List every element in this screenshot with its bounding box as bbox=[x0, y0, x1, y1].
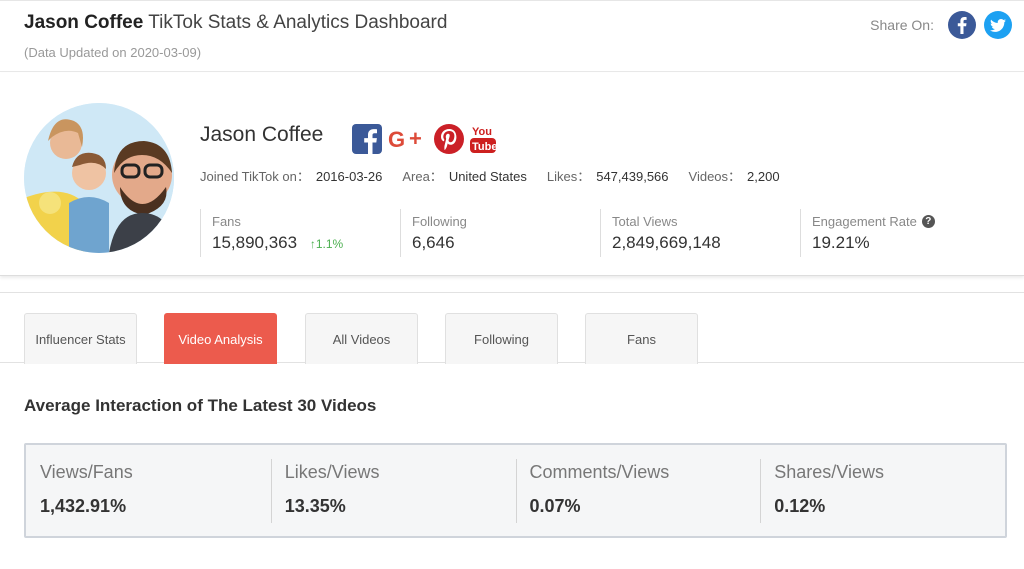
help-icon[interactable]: ? bbox=[921, 215, 935, 228]
page-header: Jason Coffee TikTok Stats & Analytics Da… bbox=[0, 0, 1024, 72]
metric-comments-views-value: 0.07% bbox=[529, 496, 581, 516]
twitter-share-button[interactable] bbox=[984, 11, 1012, 39]
metric-comments-views: Comments/Views 0.07% bbox=[515, 445, 761, 536]
profile-card: Jason Coffee G + You Tube Joined TikTok on… bbox=[0, 73, 1024, 276]
profile-name: Jason Coffee bbox=[200, 123, 324, 146]
metric-likes-views-value: 13.35% bbox=[284, 496, 346, 516]
profile-meta: Joined TikTok on： 2016-03-26 Area： United … bbox=[200, 166, 800, 185]
youtube-link[interactable]: You Tube bbox=[470, 123, 496, 155]
metric-likes-views: Likes/Views 13.35% bbox=[270, 445, 516, 536]
tab-fans[interactable]: Fans bbox=[585, 313, 698, 364]
svg-text:G: G bbox=[388, 127, 405, 151]
meta-likes-value: 547,439,566 bbox=[596, 169, 669, 184]
section-title: Average Interaction of The Latest 30 Vid… bbox=[24, 396, 377, 415]
pinterest-icon bbox=[434, 124, 464, 154]
svg-text:You: You bbox=[472, 126, 492, 138]
stat-following-value: 6,646 bbox=[412, 233, 455, 252]
meta-videos-value: 2,200 bbox=[747, 169, 780, 184]
metric-views-fans-value: 1,432.91% bbox=[40, 496, 127, 516]
stat-fans: Fans 15,890,363 ↑1.1% bbox=[200, 209, 400, 257]
stat-following: Following 6,646 bbox=[400, 209, 600, 257]
metric-likes-views-label: Likes/Views bbox=[284, 462, 380, 482]
stat-following-label: Following bbox=[412, 214, 467, 229]
google-plus-icon: G + bbox=[388, 127, 422, 151]
influencer-name: Jason Coffee bbox=[24, 12, 144, 33]
page-subtitle: TikTok Stats & Analytics Dashboard bbox=[148, 12, 448, 33]
stat-total-views: Total Views 2,849,669,148 bbox=[600, 209, 800, 257]
data-updated-date: (Data Updated on 2020-03-09) bbox=[24, 45, 202, 60]
stat-fans-label: Fans bbox=[212, 214, 241, 229]
svg-text:+: + bbox=[409, 127, 422, 151]
metric-shares-views-label: Shares/Views bbox=[774, 462, 884, 482]
tab-video-analysis[interactable]: Video Analysis bbox=[164, 313, 277, 364]
metric-views-fans: Views/Fans 1,432.91% bbox=[26, 445, 271, 536]
stat-total-views-label: Total Views bbox=[612, 214, 678, 229]
meta-area-value: United States bbox=[448, 169, 527, 184]
stat-fans-growth-value: 1.1% bbox=[315, 237, 344, 251]
tab-following[interactable]: Following bbox=[445, 313, 558, 364]
interaction-metrics: Views/Fans 1,432.91% Likes/Views 13.35% … bbox=[24, 443, 1007, 538]
page-title: Jason Coffee TikTok Stats & Analytics Da… bbox=[24, 12, 447, 34]
twitter-icon bbox=[990, 18, 1006, 32]
meta-area-label: Area： bbox=[402, 169, 443, 184]
stat-fans-growth: ↑1.1% bbox=[310, 237, 343, 251]
social-links: G + You Tube bbox=[352, 123, 502, 155]
google-plus-link[interactable]: G + bbox=[388, 123, 428, 155]
stat-engagement-rate: Engagement Rate ? 19.21% bbox=[800, 209, 1000, 257]
tab-influencer-stats[interactable]: Influencer Stats bbox=[24, 313, 137, 364]
meta-joined-value: 2016-03-26 bbox=[315, 169, 383, 184]
meta-area: Area： United States bbox=[402, 166, 527, 185]
meta-videos: Videos： 2,200 bbox=[689, 166, 780, 185]
meta-joined-label: Joined TikTok on： bbox=[200, 169, 310, 184]
stat-engagement-rate-label-row: Engagement Rate ? bbox=[812, 214, 1000, 229]
stat-total-views-value: 2,849,669,148 bbox=[612, 233, 721, 252]
facebook-icon bbox=[957, 16, 967, 34]
stat-engagement-rate-label: Engagement Rate bbox=[812, 214, 917, 229]
share-label: Share On: bbox=[870, 17, 934, 33]
stat-engagement-rate-value: 19.21% bbox=[812, 233, 870, 252]
share-bar: Share On: bbox=[870, 11, 1012, 39]
avatar-photo bbox=[24, 103, 174, 253]
metric-views-fans-label: Views/Fans bbox=[40, 462, 133, 482]
avatar bbox=[24, 103, 174, 253]
tab-all-videos[interactable]: All Videos bbox=[305, 313, 418, 364]
facebook-icon bbox=[352, 124, 382, 154]
profile-stats: Fans 15,890,363 ↑1.1% Following 6,646 To… bbox=[200, 209, 1000, 257]
metric-shares-views: Shares/Views 0.12% bbox=[760, 445, 1005, 536]
stat-fans-value: 15,890,363 bbox=[212, 233, 298, 252]
tab-bar: Influencer Stats Video Analysis All Vide… bbox=[0, 292, 1024, 364]
stat-fans-value-row: 15,890,363 ↑1.1% bbox=[212, 233, 400, 253]
meta-joined: Joined TikTok on： 2016-03-26 bbox=[200, 166, 382, 185]
meta-likes: Likes： 547,439,566 bbox=[547, 166, 669, 185]
svg-text:Tube: Tube bbox=[472, 141, 496, 153]
facebook-link[interactable] bbox=[352, 123, 382, 155]
metric-comments-views-label: Comments/Views bbox=[529, 462, 670, 482]
meta-videos-label: Videos： bbox=[688, 169, 742, 184]
meta-likes-label: Likes： bbox=[546, 169, 591, 184]
pinterest-link[interactable] bbox=[434, 123, 464, 155]
facebook-share-button[interactable] bbox=[948, 11, 976, 39]
metric-shares-views-value: 0.12% bbox=[774, 496, 826, 516]
youtube-icon: You Tube bbox=[470, 126, 496, 153]
